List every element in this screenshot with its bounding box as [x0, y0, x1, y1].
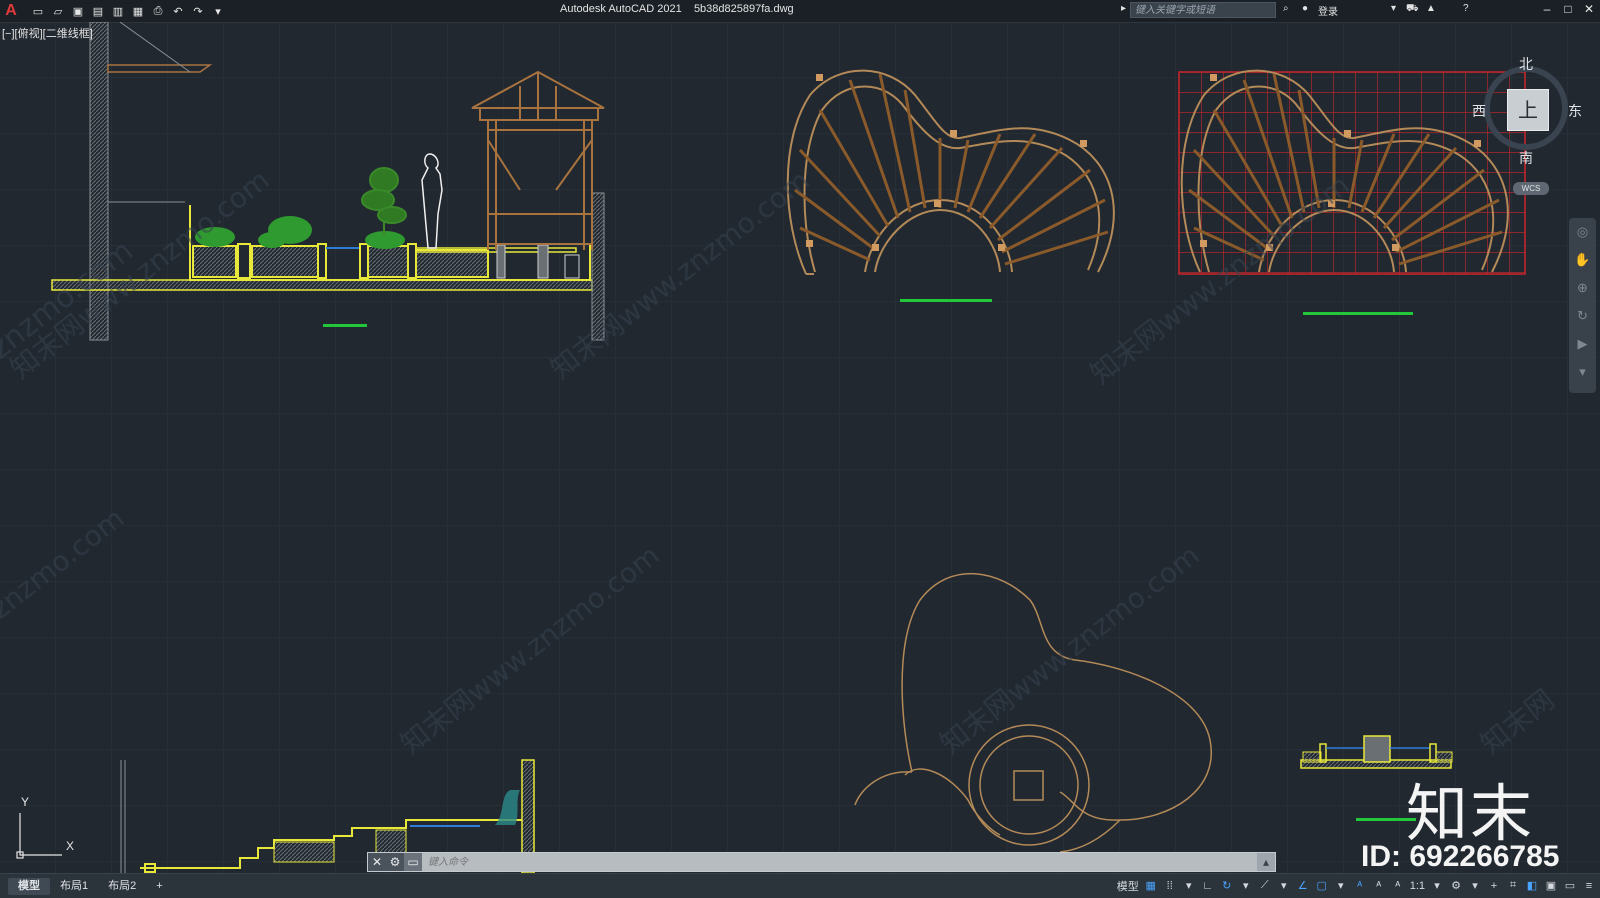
- tab-layout2[interactable]: 布局2: [98, 878, 146, 895]
- viewcube-top-face[interactable]: 上: [1507, 89, 1549, 131]
- tab-model[interactable]: 模型: [8, 877, 50, 895]
- help-icon[interactable]: ?: [1463, 3, 1469, 14]
- orbit-icon[interactable]: ↻: [1569, 302, 1596, 330]
- showmotion-icon[interactable]: ▶: [1569, 330, 1596, 358]
- customize-icon[interactable]: ▾: [210, 4, 226, 18]
- zoom-icon[interactable]: ⊕: [1569, 274, 1596, 302]
- ucs-x-label: X: [66, 839, 75, 853]
- user-icon[interactable]: ●: [1302, 3, 1308, 14]
- compass-east[interactable]: 东: [1568, 101, 1582, 121]
- polar-dropdown-icon[interactable]: ▾: [1239, 877, 1253, 894]
- pan-icon[interactable]: ✋: [1569, 246, 1596, 274]
- annotation-scale-icon[interactable]: ᴬ: [1391, 877, 1405, 894]
- plot-icon[interactable]: ▥: [110, 4, 126, 18]
- grid-icon[interactable]: ▦: [1144, 877, 1158, 894]
- minimize-icon[interactable]: –: [1539, 2, 1555, 16]
- search-input[interactable]: 键入关键字或短语: [1130, 2, 1276, 18]
- command-history-icon[interactable]: ▭: [404, 853, 422, 871]
- watermark-id: ID: 692266785: [1361, 840, 1560, 873]
- close-icon[interactable]: ✕: [1581, 2, 1597, 16]
- snap-dropdown-icon[interactable]: ▾: [1182, 877, 1196, 894]
- compass-south[interactable]: 南: [1519, 148, 1533, 168]
- search-expand-icon[interactable]: ▸: [1121, 3, 1126, 14]
- polar-icon[interactable]: ↻: [1220, 877, 1234, 894]
- customization-menu-icon[interactable]: ≡: [1582, 877, 1596, 894]
- tab-layout1[interactable]: 布局1: [50, 878, 98, 895]
- viewport-controls[interactable]: [−][俯视][二维线框]: [2, 25, 93, 41]
- workspace-dropdown-icon[interactable]: ▾: [1468, 877, 1482, 894]
- new-icon[interactable]: ▭: [30, 4, 46, 18]
- osnap-icon[interactable]: ▢: [1315, 877, 1329, 894]
- status-toggles: 模型 ▦ ⁞⁞ ▾ ∟ ↻ ▾ ⟋ ▾ ∠ ▢ ▾ ᴬ ᴬ ᴬ 1:1 ▾ ⚙ …: [1117, 877, 1596, 894]
- viewcube[interactable]: 上 北 南 东 西: [1472, 57, 1582, 167]
- command-input[interactable]: [422, 853, 1257, 871]
- snap-icon[interactable]: ⁞⁞: [1163, 877, 1177, 894]
- isodraft-icon[interactable]: ⟋: [1258, 877, 1272, 894]
- account-dropdown-icon[interactable]: ▾: [1391, 3, 1396, 14]
- file-name: 5b38d825897fa.dwg: [693, 3, 794, 15]
- isodraft-dropdown-icon[interactable]: ▾: [1277, 877, 1291, 894]
- ucs-y-label: Y: [21, 795, 30, 809]
- maximize-icon[interactable]: □: [1560, 2, 1576, 16]
- drawing-canvas[interactable]: znzmo.com 知末网www.znzmo.com 知末网www.znzmo.…: [0, 22, 1600, 873]
- command-line: ✕ ⚙ ▭ ▴: [367, 852, 1276, 872]
- quick-properties-icon[interactable]: ◧: [1525, 877, 1539, 894]
- navigation-bar: ◎ ✋ ⊕ ↻ ▶ ▾: [1569, 218, 1596, 393]
- search-icon[interactable]: ⌕: [1283, 3, 1289, 14]
- scale-bar: [900, 299, 992, 302]
- model-space-button[interactable]: 模型: [1117, 877, 1139, 894]
- annotation-visibility-icon[interactable]: ᴬ: [1353, 877, 1367, 894]
- window-title: Autodesk AutoCAD 2021 5b38d825897fa.dwg: [560, 3, 794, 15]
- app-title: Autodesk AutoCAD 2021: [560, 3, 682, 15]
- workspace-gear-icon[interactable]: ⚙: [1449, 877, 1463, 894]
- clean-screen-icon[interactable]: ▭: [1563, 877, 1577, 894]
- scale-dropdown-icon[interactable]: ▾: [1430, 877, 1444, 894]
- save-as-icon[interactable]: ▤: [90, 4, 106, 18]
- scale-bar: [1303, 312, 1413, 315]
- redo-icon[interactable]: ↷: [190, 4, 206, 18]
- ortho-icon[interactable]: ∟: [1201, 877, 1215, 894]
- compass-north[interactable]: 北: [1519, 54, 1533, 74]
- quick-access-toolbar: ▭ ▱ ▣ ▤ ▥ ▦ ⎙ ↶ ↷ ▾: [30, 4, 226, 18]
- wcs-menu[interactable]: WCS: [1513, 182, 1549, 195]
- close-command-line-icon[interactable]: ✕: [368, 853, 386, 871]
- save-icon[interactable]: ▣: [70, 4, 86, 18]
- publish-icon[interactable]: ▦: [130, 4, 146, 18]
- customize-wrench-icon[interactable]: ⚙: [386, 853, 404, 871]
- add-layout-button[interactable]: +: [146, 878, 172, 895]
- login-button[interactable]: 登录: [1318, 3, 1338, 18]
- a360-icon[interactable]: ▲: [1426, 3, 1436, 14]
- title-bar: A ▭ ▱ ▣ ▤ ▥ ▦ ⎙ ↶ ↷ ▾ Autodesk AutoCAD 2…: [0, 0, 1600, 23]
- steering-wheel-icon[interactable]: ◎: [1569, 218, 1596, 246]
- navbar-menu-icon[interactable]: ▾: [1569, 358, 1596, 386]
- cart-icon[interactable]: ⛟: [1406, 3, 1419, 16]
- units-icon[interactable]: ⌗: [1506, 877, 1520, 894]
- undo-icon[interactable]: ↶: [170, 4, 186, 18]
- open-icon[interactable]: ▱: [50, 4, 66, 18]
- command-expand-icon[interactable]: ▴: [1257, 853, 1275, 871]
- auto-scale-icon[interactable]: ᴬ: [1372, 877, 1386, 894]
- status-bar: 模型 布局1 布局2 + 模型 ▦ ⁞⁞ ▾ ∟ ↻ ▾ ⟋ ▾ ∠ ▢ ▾ ᴬ…: [0, 873, 1600, 898]
- osnap-dropdown-icon[interactable]: ▾: [1334, 877, 1348, 894]
- annotation-scale-value[interactable]: 1:1: [1410, 877, 1425, 894]
- osnap-tracking-icon[interactable]: ∠: [1296, 877, 1310, 894]
- annotation-monitor-icon[interactable]: +: [1487, 877, 1501, 894]
- print-icon[interactable]: ⎙: [150, 4, 166, 18]
- application-menu-button[interactable]: A: [2, 2, 20, 20]
- graphics-performance-icon[interactable]: ▣: [1544, 877, 1558, 894]
- compass-west[interactable]: 西: [1472, 101, 1486, 121]
